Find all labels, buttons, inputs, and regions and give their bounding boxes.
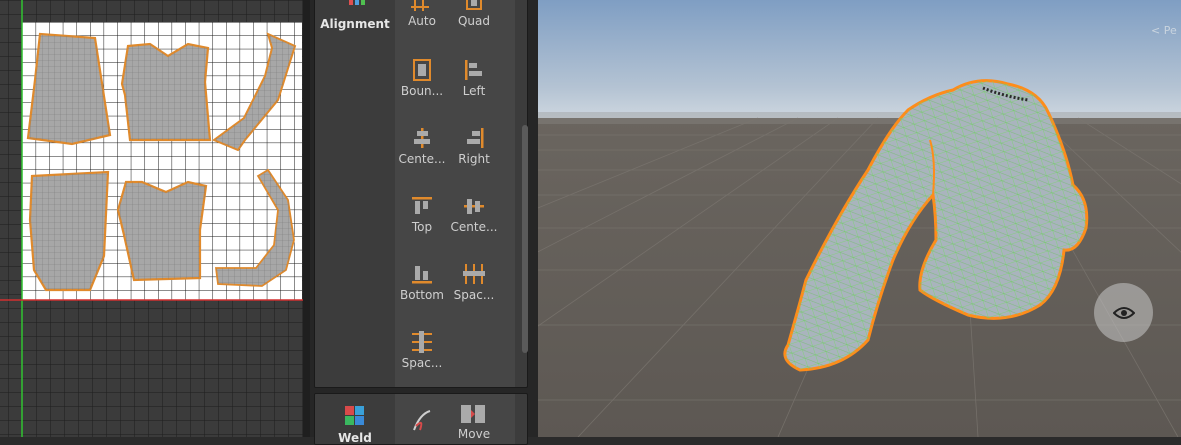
tool-bounds[interactable]: Boun...	[393, 59, 451, 98]
alignment-tools: Auto Quad Boun... Left Cente... Right To…	[395, 0, 515, 387]
align-left-icon	[465, 60, 482, 80]
tool-quad-label: Quad	[457, 14, 491, 28]
tool-top-label: Top	[411, 220, 433, 234]
weld-section-icon	[345, 406, 364, 425]
viewport-canvas[interactable]	[538, 0, 1181, 437]
tool-right-label: Right	[458, 152, 490, 166]
tool-center-h[interactable]: Cente...	[393, 127, 451, 166]
tool-right[interactable]: Right	[445, 127, 503, 166]
alignment-section-icon	[349, 0, 365, 5]
tool-bottom[interactable]: Bottom	[393, 263, 451, 302]
tool-move-label: Move	[457, 427, 491, 441]
align-center-horizontal-icon	[414, 128, 430, 148]
tool-center-h-label: Cente...	[398, 152, 446, 166]
tool-left-label: Left	[462, 84, 486, 98]
align-right-icon	[467, 128, 484, 148]
uv-editor-panel[interactable]	[0, 0, 310, 437]
visibility-toggle-button[interactable]	[1094, 283, 1153, 342]
quad-icon	[466, 0, 482, 10]
grid-pack-icon	[411, 0, 429, 11]
eye-icon	[1112, 306, 1135, 319]
tool-left[interactable]: Left	[445, 59, 503, 98]
uv-island-back[interactable]	[26, 32, 112, 146]
tool-center-v[interactable]: Cente...	[445, 195, 503, 234]
align-center-vertical-icon	[464, 199, 484, 214]
alignment-header: Alignment	[315, 0, 395, 387]
alignment-section: Alignment Auto Quad Boun... Left Cente..…	[314, 0, 528, 388]
tool-auto[interactable]: Auto	[393, 0, 451, 28]
uv-grid-canvas[interactable]	[0, 0, 310, 437]
align-top-icon	[412, 197, 432, 214]
align-bottom-icon	[412, 266, 432, 284]
tool-quad[interactable]: Quad	[445, 0, 503, 28]
uv-toolbar: Alignment Auto Quad Boun... Left Cente..…	[310, 0, 538, 445]
space-horizontal-icon	[463, 264, 485, 284]
uv-island-left-lower[interactable]	[28, 170, 110, 292]
tool-bounds-label: Boun...	[400, 84, 444, 98]
tool-space-h-label: Spac...	[453, 288, 495, 302]
weld-section: Weld Move	[314, 393, 528, 445]
weld-title: Weld	[338, 431, 372, 445]
alignment-title: Alignment	[320, 17, 390, 31]
uv-island-front[interactable]	[120, 42, 212, 142]
tool-auto-label: Auto	[408, 14, 436, 28]
tool-bottom-label: Bottom	[399, 288, 444, 302]
tool-stitch[interactable]	[393, 408, 451, 435]
move-icon	[461, 405, 485, 423]
panel-divider[interactable]	[303, 0, 310, 437]
space-vertical-icon	[412, 331, 432, 353]
scene-viewport[interactable]	[538, 0, 1181, 437]
stitch-icon	[413, 410, 431, 431]
perspective-label[interactable]: < Pe	[1151, 24, 1177, 37]
tool-top[interactable]: Top	[393, 195, 451, 234]
bounds-icon	[413, 59, 431, 81]
toolbar-scrollbar[interactable]	[522, 125, 528, 353]
uv-island-center-lower[interactable]	[116, 180, 208, 282]
tool-move[interactable]: Move	[445, 404, 503, 441]
tool-center-v-label: Cente...	[450, 220, 498, 234]
tool-space-v-label: Spac...	[401, 356, 443, 370]
tool-space-h[interactable]: Spac...	[445, 263, 503, 302]
tool-space-v[interactable]: Spac...	[393, 331, 451, 370]
